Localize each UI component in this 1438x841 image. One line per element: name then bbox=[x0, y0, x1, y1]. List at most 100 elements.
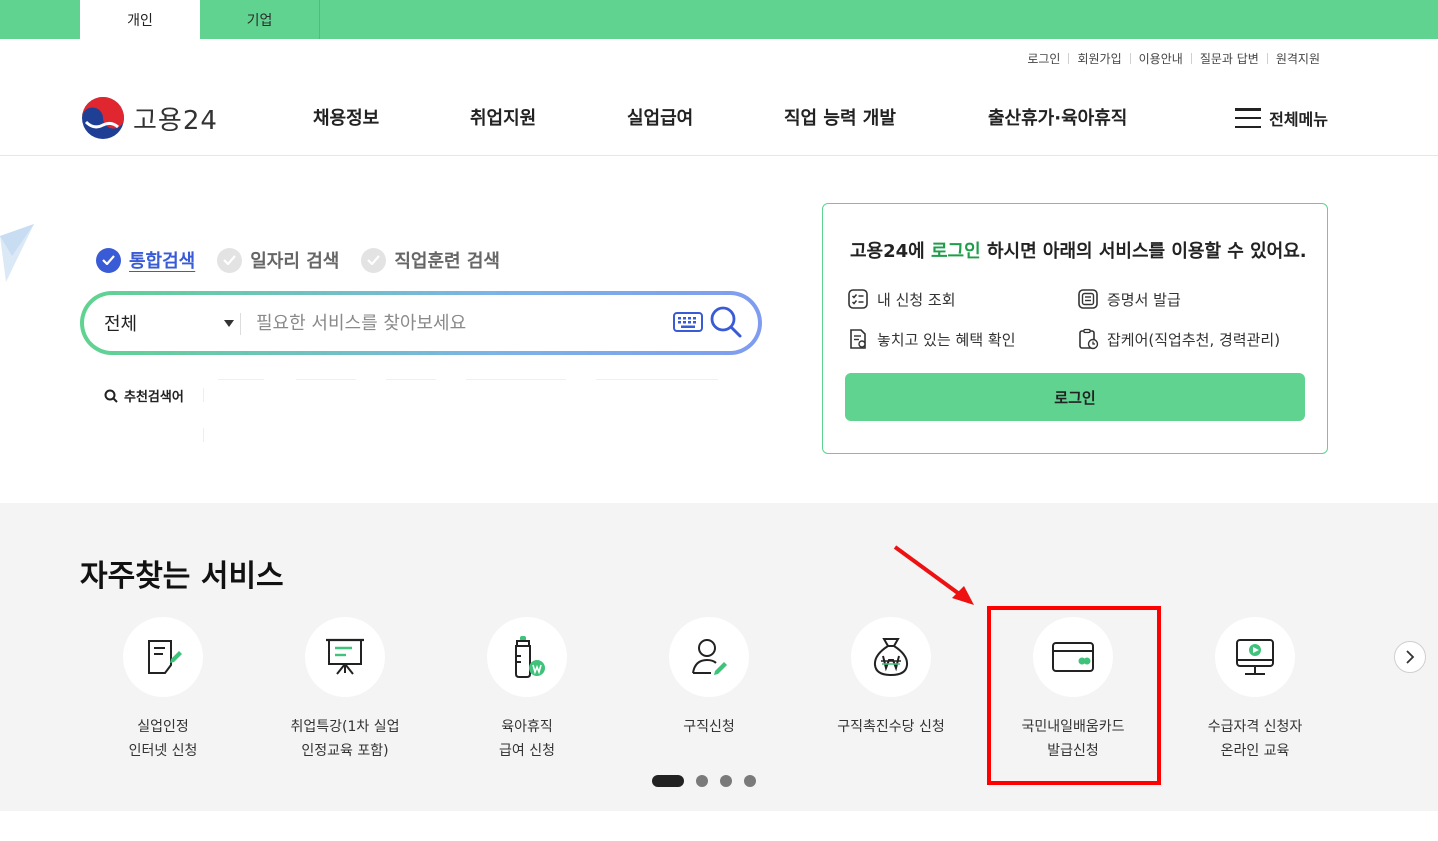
search-tabs: 통합검색 일자리 검색 직업훈련 검색 bbox=[96, 247, 522, 273]
tab-job-search[interactable]: 일자리 검색 bbox=[217, 247, 339, 273]
service-label: 구직촉진수당 신청 bbox=[837, 719, 945, 735]
logo-text: 고용24 bbox=[133, 105, 218, 136]
login-highlight: 로그인 bbox=[931, 241, 981, 262]
my-applications-item[interactable]: 내 신청 조회 bbox=[847, 288, 956, 310]
presentation-board-icon bbox=[326, 638, 364, 675]
gnb-parental-leave[interactable]: 출산휴가·육아휴직 bbox=[988, 104, 1127, 130]
service-label: 구직신청 bbox=[683, 719, 735, 735]
check-icon bbox=[96, 247, 121, 273]
keyword-placeholder bbox=[386, 379, 436, 380]
keyword-placeholder bbox=[218, 379, 264, 380]
service-job-lecture[interactable]: 취업특강(1차 실업 인정교육 포함) bbox=[254, 617, 436, 763]
document-search-icon bbox=[850, 329, 866, 349]
search-inner: 전체 bbox=[84, 295, 758, 351]
header-divider bbox=[0, 155, 1438, 156]
search-small-icon bbox=[104, 389, 118, 403]
caret-down-icon bbox=[224, 320, 234, 327]
recommend-divider bbox=[203, 428, 204, 442]
tab-label: 통합검색 bbox=[129, 251, 196, 272]
search-category-select[interactable]: 전체 bbox=[104, 295, 234, 351]
site-logo[interactable]: 고용24 bbox=[81, 96, 218, 140]
tab-label: 일자리 검색 bbox=[250, 251, 340, 272]
carousel-pagination bbox=[652, 775, 768, 787]
jobcare-item[interactable]: 잡케어(직업추천, 경력관리) bbox=[1077, 328, 1280, 350]
certificate-item[interactable]: 증명서 발급 bbox=[1077, 288, 1181, 310]
search-input[interactable] bbox=[256, 307, 656, 339]
service-job-promotion-allowance[interactable]: 구직촉진수당 신청 bbox=[800, 617, 982, 739]
pagination-dot-2[interactable] bbox=[696, 775, 708, 787]
service-icon-circle bbox=[305, 617, 385, 697]
check-icon bbox=[361, 247, 387, 273]
pagination-dot-3[interactable] bbox=[720, 775, 732, 787]
login-panel: 고용24에 로그인 하시면 아래의 서비스를 이용할 수 있어요. 내 신청 조… bbox=[822, 203, 1328, 454]
keyboard-icon[interactable] bbox=[673, 312, 703, 332]
tab-business[interactable]: 기업 bbox=[200, 0, 320, 39]
search-box: 전체 bbox=[80, 291, 762, 355]
search-divider bbox=[240, 313, 241, 335]
annotation-highlight-box bbox=[987, 606, 1161, 785]
guide-link[interactable]: 이용안내 bbox=[1131, 50, 1191, 67]
service-unemployment-recognition[interactable]: 실업인정 인터넷 신청 bbox=[72, 617, 254, 763]
tab-integrated-search[interactable]: 통합검색 bbox=[96, 247, 195, 273]
chevron-right-icon bbox=[1406, 650, 1415, 664]
search-icon[interactable] bbox=[709, 305, 743, 339]
carousel-next-button[interactable] bbox=[1394, 641, 1426, 673]
service-icon-circle bbox=[123, 617, 203, 697]
annotation-arrow-icon bbox=[893, 545, 974, 605]
login-link[interactable]: 로그인 bbox=[1019, 50, 1068, 67]
section-title: 자주찾는 서비스 bbox=[80, 559, 284, 594]
service-online-education[interactable]: 수급자격 신청자 온라인 교육 bbox=[1164, 617, 1346, 763]
certificate-icon bbox=[1078, 289, 1098, 309]
person-pen-icon bbox=[692, 639, 727, 675]
service-label: 육아휴직 급여 신청 bbox=[499, 719, 555, 759]
utility-links: 로그인 회원가입 이용안내 질문과 답변 원격지원 bbox=[1019, 50, 1328, 67]
money-bag-won-icon bbox=[873, 638, 909, 677]
service-label: 수급자격 신청자 온라인 교육 bbox=[1207, 719, 1303, 759]
search-category-value: 전체 bbox=[104, 314, 138, 335]
gnb-job-skills[interactable]: 직업 능력 개발 bbox=[784, 104, 896, 130]
all-menu-label: 전체메뉴 bbox=[1269, 110, 1328, 129]
service-parental-leave-benefit[interactable]: 육아휴직 급여 신청 bbox=[436, 617, 618, 763]
service-icon-circle bbox=[487, 617, 567, 697]
login-message: 고용24에 로그인 하시면 아래의 서비스를 이용할 수 있어요. bbox=[850, 241, 1307, 262]
document-pen-icon bbox=[148, 640, 182, 674]
paper-plane-icon bbox=[0, 224, 34, 282]
top-bar: 개인 기업 bbox=[0, 0, 1438, 39]
service-icon-circle bbox=[1215, 617, 1295, 697]
service-label: 취업특강(1차 실업 인정교육 포함) bbox=[290, 719, 400, 759]
check-icon bbox=[217, 247, 243, 273]
baby-bottle-won-icon bbox=[515, 636, 545, 678]
recommend-divider bbox=[203, 388, 204, 402]
tab-label: 직업훈련 검색 bbox=[394, 251, 500, 272]
service-label: 잡케어(직업추천, 경력관리) bbox=[1107, 330, 1281, 349]
missed-benefits-item[interactable]: 놓치고 있는 혜택 확인 bbox=[847, 328, 1016, 350]
service-label: 놓치고 있는 혜택 확인 bbox=[877, 330, 1016, 349]
monitor-play-icon bbox=[1236, 639, 1274, 675]
login-button[interactable]: 로그인 bbox=[845, 373, 1305, 421]
keyword-placeholder bbox=[296, 379, 356, 380]
service-icon-circle bbox=[669, 617, 749, 697]
checklist-icon bbox=[848, 289, 868, 309]
remote-support-link[interactable]: 원격지원 bbox=[1268, 50, 1328, 67]
frequent-services-section: 자주찾는 서비스 실업인정 인터넷 신청 취업특강(1차 실업 인정교육 포함)… bbox=[0, 503, 1438, 811]
service-label: 내 신청 조회 bbox=[877, 290, 956, 309]
tab-training-search[interactable]: 직업훈련 검색 bbox=[361, 247, 500, 273]
service-label: 실업인정 인터넷 신청 bbox=[128, 719, 198, 759]
all-menu-button[interactable]: 전체메뉴 bbox=[1235, 106, 1328, 130]
recommended-label-text: 추천검색어 bbox=[124, 390, 184, 405]
gnb-recruit[interactable]: 채용정보 bbox=[313, 104, 379, 130]
pagination-dot-1[interactable] bbox=[652, 775, 684, 787]
service-job-application[interactable]: 구직신청 bbox=[618, 617, 800, 739]
gnb-unemployment-benefit[interactable]: 실업급여 bbox=[627, 104, 693, 130]
keyword-placeholder bbox=[596, 379, 718, 380]
recommended-keywords-label: 추천검색어 bbox=[104, 386, 184, 405]
service-icon-circle bbox=[851, 617, 931, 697]
keyword-placeholder bbox=[466, 379, 566, 380]
tab-personal[interactable]: 개인 bbox=[80, 0, 200, 39]
gnb-employment-support[interactable]: 취업지원 bbox=[470, 104, 536, 130]
qna-link[interactable]: 질문과 답변 bbox=[1192, 50, 1267, 67]
signup-link[interactable]: 회원가입 bbox=[1069, 50, 1129, 67]
hamburger-icon bbox=[1235, 108, 1262, 128]
taegeuk-logo-icon bbox=[82, 97, 124, 139]
pagination-dot-4[interactable] bbox=[744, 775, 756, 787]
